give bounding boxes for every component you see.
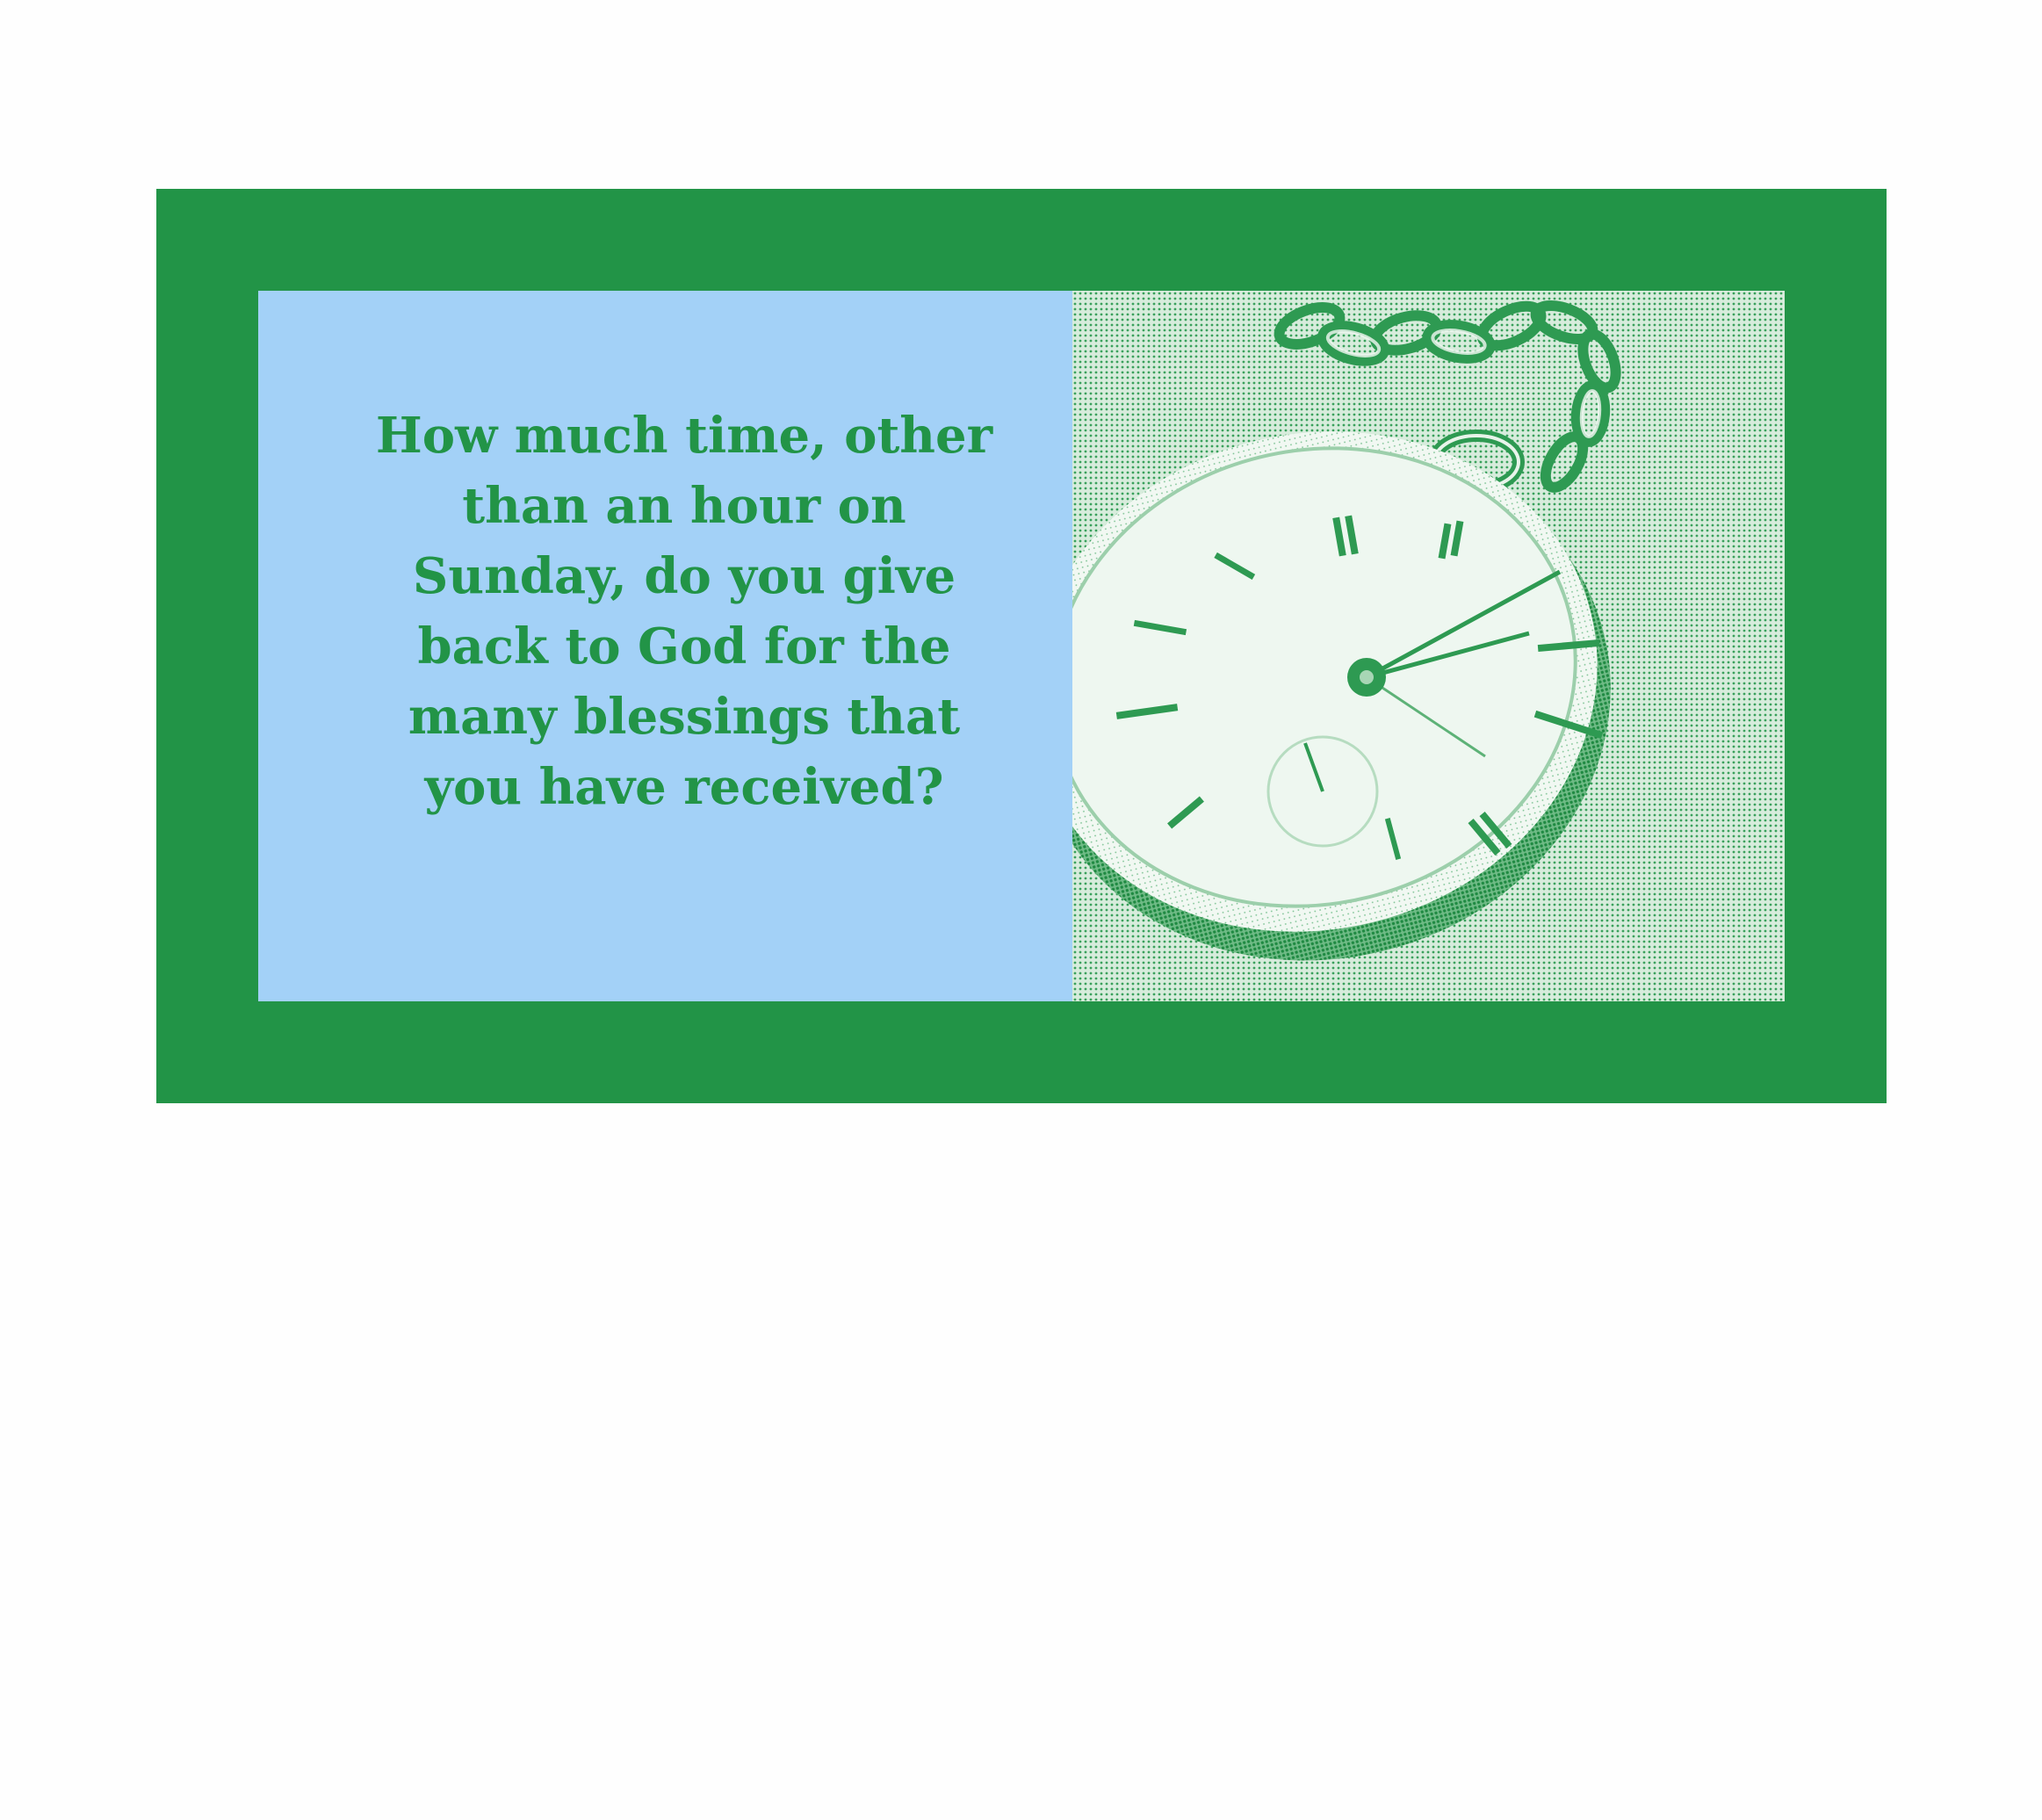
question-panel: How much time, other than an hour on Sun… (258, 291, 1072, 1001)
question-text: How much time, other than an hour on Sun… (375, 407, 993, 816)
card-inner: How much time, other than an hour on Sun… (258, 291, 1785, 1001)
page: How much time, other than an hour on Sun… (0, 0, 2042, 1820)
pocket-watch-icon (1072, 291, 1785, 1001)
pocket-watch-image (1072, 291, 1785, 1001)
card-frame: How much time, other than an hour on Sun… (156, 189, 1887, 1103)
